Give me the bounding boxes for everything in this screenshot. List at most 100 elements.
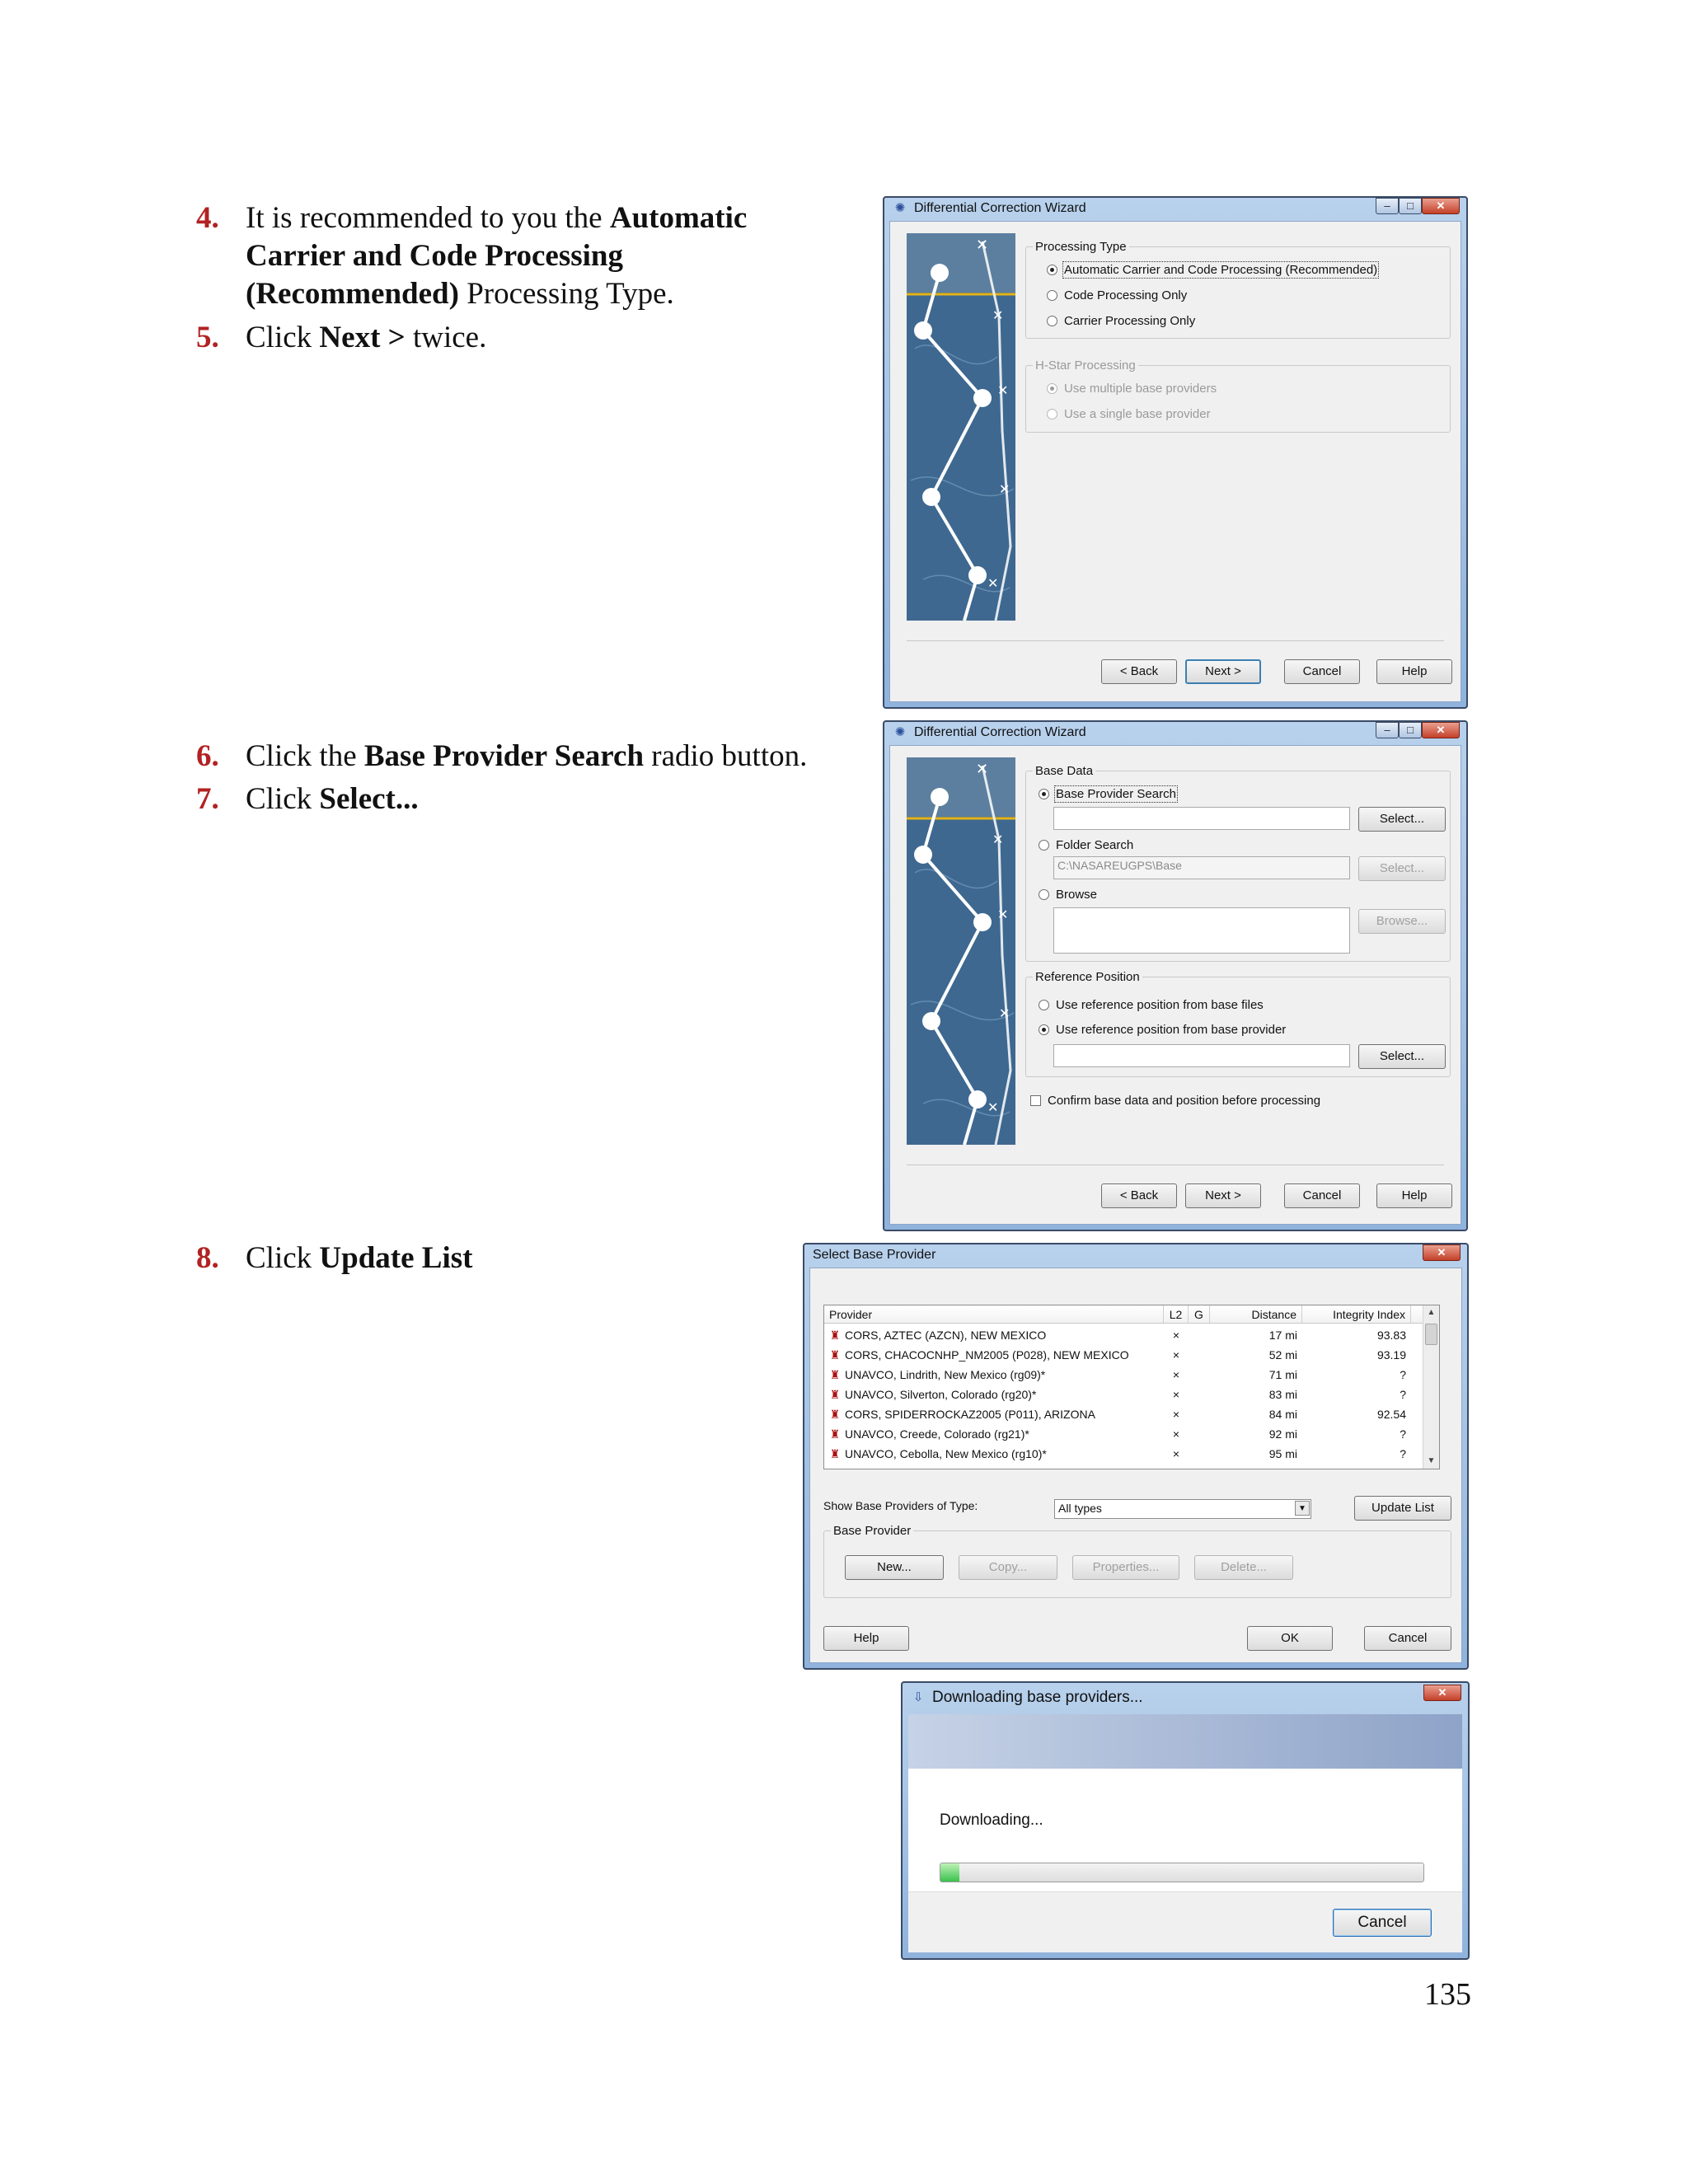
cell-distance: 52 mi [1268, 1348, 1297, 1361]
reference-select-button[interactable]: Select... [1358, 1044, 1446, 1069]
cancel-button[interactable]: Cancel [1364, 1626, 1451, 1651]
titlebar[interactable]: ⇩ Downloading base providers... ✕ [901, 1681, 1470, 1714]
svg-text:✕: ✕ [999, 481, 1010, 497]
antenna-icon: ♜ [829, 1388, 841, 1401]
browse-radio[interactable]: Browse [1039, 888, 1097, 902]
titlebar[interactable]: ✺ Differential Correction Wizard – □ ✕ [883, 720, 1468, 745]
radio-indicator[interactable] [1039, 1000, 1049, 1010]
window-title: Downloading base providers... [932, 1689, 1143, 1706]
update-list-button[interactable]: Update List [1354, 1496, 1451, 1521]
table-row[interactable]: ♜ UNAVCO, Cebolla, New Mexico (rg10)* × 95 … [824, 1444, 1411, 1464]
carrier-processing-only-radio[interactable]: Carrier Processing Only [1047, 314, 1195, 328]
table-row[interactable]: ♜ CORS, CHACOCNHP_NM2005 (P028), NEW MEXI… [824, 1345, 1411, 1365]
wizard-processing-type-window: ✺ Differential Correction Wizard – □ ✕ ✕… [883, 196, 1468, 709]
close-button[interactable]: ✕ [1422, 198, 1460, 214]
folder-path-field[interactable]: C:\NASAREUGPS\Base [1053, 856, 1350, 879]
minimize-button[interactable]: – [1376, 722, 1399, 738]
hstar-processing-group: H-Star Processing [1025, 359, 1451, 433]
column-l2[interactable]: L2 [1164, 1305, 1189, 1323]
radio-indicator[interactable] [1039, 889, 1049, 900]
help-button[interactable]: Help [823, 1626, 909, 1651]
cell-provider: ♜ CORS, CHACOCNHP_NM2005 (P028), NEW MEXI… [829, 1348, 1129, 1361]
select-base-provider-window: Select Base Provider ✕ Provider L2 G Dis… [803, 1243, 1469, 1670]
reference-provider-field[interactable] [1053, 1044, 1350, 1067]
cell-l2: × [1172, 1427, 1180, 1441]
cell-g [1189, 1404, 1210, 1424]
radio-indicator[interactable] [1039, 840, 1049, 851]
maximize-button[interactable]: □ [1399, 198, 1422, 214]
base-provider-field[interactable] [1053, 807, 1350, 830]
folder-select-button[interactable]: Select... [1358, 856, 1446, 881]
radio-indicator[interactable] [1039, 789, 1049, 799]
cell-provider: ♜ CORS, AZTEC (AZCN), NEW MEXICO [829, 1329, 1047, 1342]
delete-provider-button[interactable]: Delete... [1194, 1555, 1293, 1580]
reference-from-provider-radio[interactable]: Use reference position from base provide… [1039, 1023, 1286, 1037]
column-g[interactable]: G [1189, 1305, 1210, 1323]
step-8: 8. Click Update List [196, 1240, 472, 1277]
dialog-footer: Cancel [908, 1891, 1462, 1952]
code-processing-only-radio[interactable]: Code Processing Only [1047, 288, 1187, 302]
help-button[interactable]: Help [1376, 1183, 1452, 1208]
titlebar[interactable]: ✺ Differential Correction Wizard – □ ✕ [883, 196, 1468, 221]
checkbox-indicator[interactable] [1030, 1095, 1041, 1106]
scroll-up-icon[interactable]: ▲ [1423, 1305, 1439, 1320]
table-row[interactable]: ♜ UNAVCO, Lindrith, New Mexico (rg09)* × 71… [824, 1365, 1411, 1385]
single-base-provider-radio[interactable]: Use a single base provider [1047, 407, 1211, 421]
radio-indicator[interactable] [1047, 265, 1057, 275]
column-provider[interactable]: Provider [824, 1305, 1164, 1323]
provider-list[interactable]: Provider L2 G Distance Integrity Index ♜… [823, 1305, 1440, 1469]
cancel-button[interactable]: Cancel [1284, 1183, 1360, 1208]
folder-search-radio[interactable]: Folder Search [1039, 838, 1133, 852]
radio-indicator[interactable] [1039, 1024, 1049, 1035]
gps-track-illustration: ✕ ✕ ✕ ✕ ✕ [907, 233, 1015, 621]
provider-type-dropdown[interactable]: All types ▼ [1054, 1499, 1311, 1519]
back-button[interactable]: < Back [1101, 1183, 1177, 1208]
column-distance[interactable]: Distance [1210, 1305, 1302, 1323]
scroll-down-icon[interactable]: ▼ [1423, 1454, 1439, 1469]
help-button[interactable]: Help [1376, 659, 1452, 684]
window-title: Differential Correction Wizard [914, 201, 1086, 215]
reference-from-files-radio[interactable]: Use reference position from base files [1039, 998, 1264, 1012]
close-button[interactable]: ✕ [1423, 1244, 1461, 1261]
maximize-button[interactable]: □ [1399, 722, 1422, 738]
cell-g [1189, 1325, 1210, 1345]
select-provider-client: Provider L2 G Distance Integrity Index ♜… [809, 1268, 1462, 1663]
minimize-button[interactable]: – [1376, 198, 1399, 214]
radio-indicator[interactable] [1047, 409, 1057, 419]
radio-indicator[interactable] [1047, 383, 1057, 394]
table-row[interactable]: ♜ UNAVCO, Creede, Colorado (rg21)* × 92 mi? [824, 1424, 1411, 1444]
antenna-icon: ♜ [829, 1329, 841, 1342]
back-button[interactable]: < Back [1101, 659, 1177, 684]
cancel-download-button[interactable]: Cancel [1333, 1909, 1432, 1937]
multiple-base-providers-radio[interactable]: Use multiple base providers [1047, 382, 1217, 396]
list-scrollbar[interactable]: ▲ ▼ [1423, 1305, 1439, 1469]
column-integrity-index[interactable]: Integrity Index [1302, 1305, 1411, 1323]
chevron-down-icon[interactable]: ▼ [1295, 1501, 1310, 1516]
provider-properties-button[interactable]: Properties... [1072, 1555, 1179, 1580]
table-row[interactable]: ♜ UNAVCO, Silverton, Colorado (rg20)* × 83 … [824, 1385, 1411, 1404]
titlebar[interactable]: Select Base Provider ✕ [803, 1243, 1469, 1268]
automatic-carrier-code-radio[interactable]: Automatic Carrier and Code Processing (R… [1047, 261, 1380, 279]
radio-indicator[interactable] [1047, 316, 1057, 326]
close-button[interactable]: ✕ [1422, 722, 1460, 738]
close-button[interactable]: ✕ [1423, 1685, 1461, 1701]
step-number: 5. [196, 321, 219, 354]
base-provider-search-radio[interactable]: Base Provider Search [1039, 785, 1178, 803]
confirm-base-data-checkbox[interactable]: Confirm base data and position before pr… [1030, 1094, 1320, 1108]
table-row[interactable]: ♜ CORS, AZTEC (AZCN), NEW MEXICO × 17 mi 93.… [824, 1325, 1411, 1345]
svg-text:✕: ✕ [997, 382, 1008, 398]
base-provider-select-button[interactable]: Select... [1358, 807, 1446, 832]
scroll-thumb[interactable] [1425, 1324, 1437, 1345]
copy-provider-button[interactable]: Copy... [959, 1555, 1057, 1580]
new-provider-button[interactable]: New... [845, 1555, 944, 1580]
table-row[interactable]: ♜ CORS, SPIDERROCKAZ2005 (P011), ARIZONA ×… [824, 1404, 1411, 1424]
next-button[interactable]: Next > [1185, 1183, 1261, 1208]
browse-field[interactable] [1053, 907, 1350, 954]
ok-button[interactable]: OK [1247, 1626, 1333, 1651]
radio-indicator[interactable] [1047, 290, 1057, 301]
browse-button[interactable]: Browse... [1358, 909, 1446, 934]
next-button[interactable]: Next > [1185, 659, 1261, 684]
wizard-icon: ✺ [894, 725, 906, 739]
cell-distance: 83 mi [1268, 1388, 1297, 1401]
cancel-button[interactable]: Cancel [1284, 659, 1360, 684]
